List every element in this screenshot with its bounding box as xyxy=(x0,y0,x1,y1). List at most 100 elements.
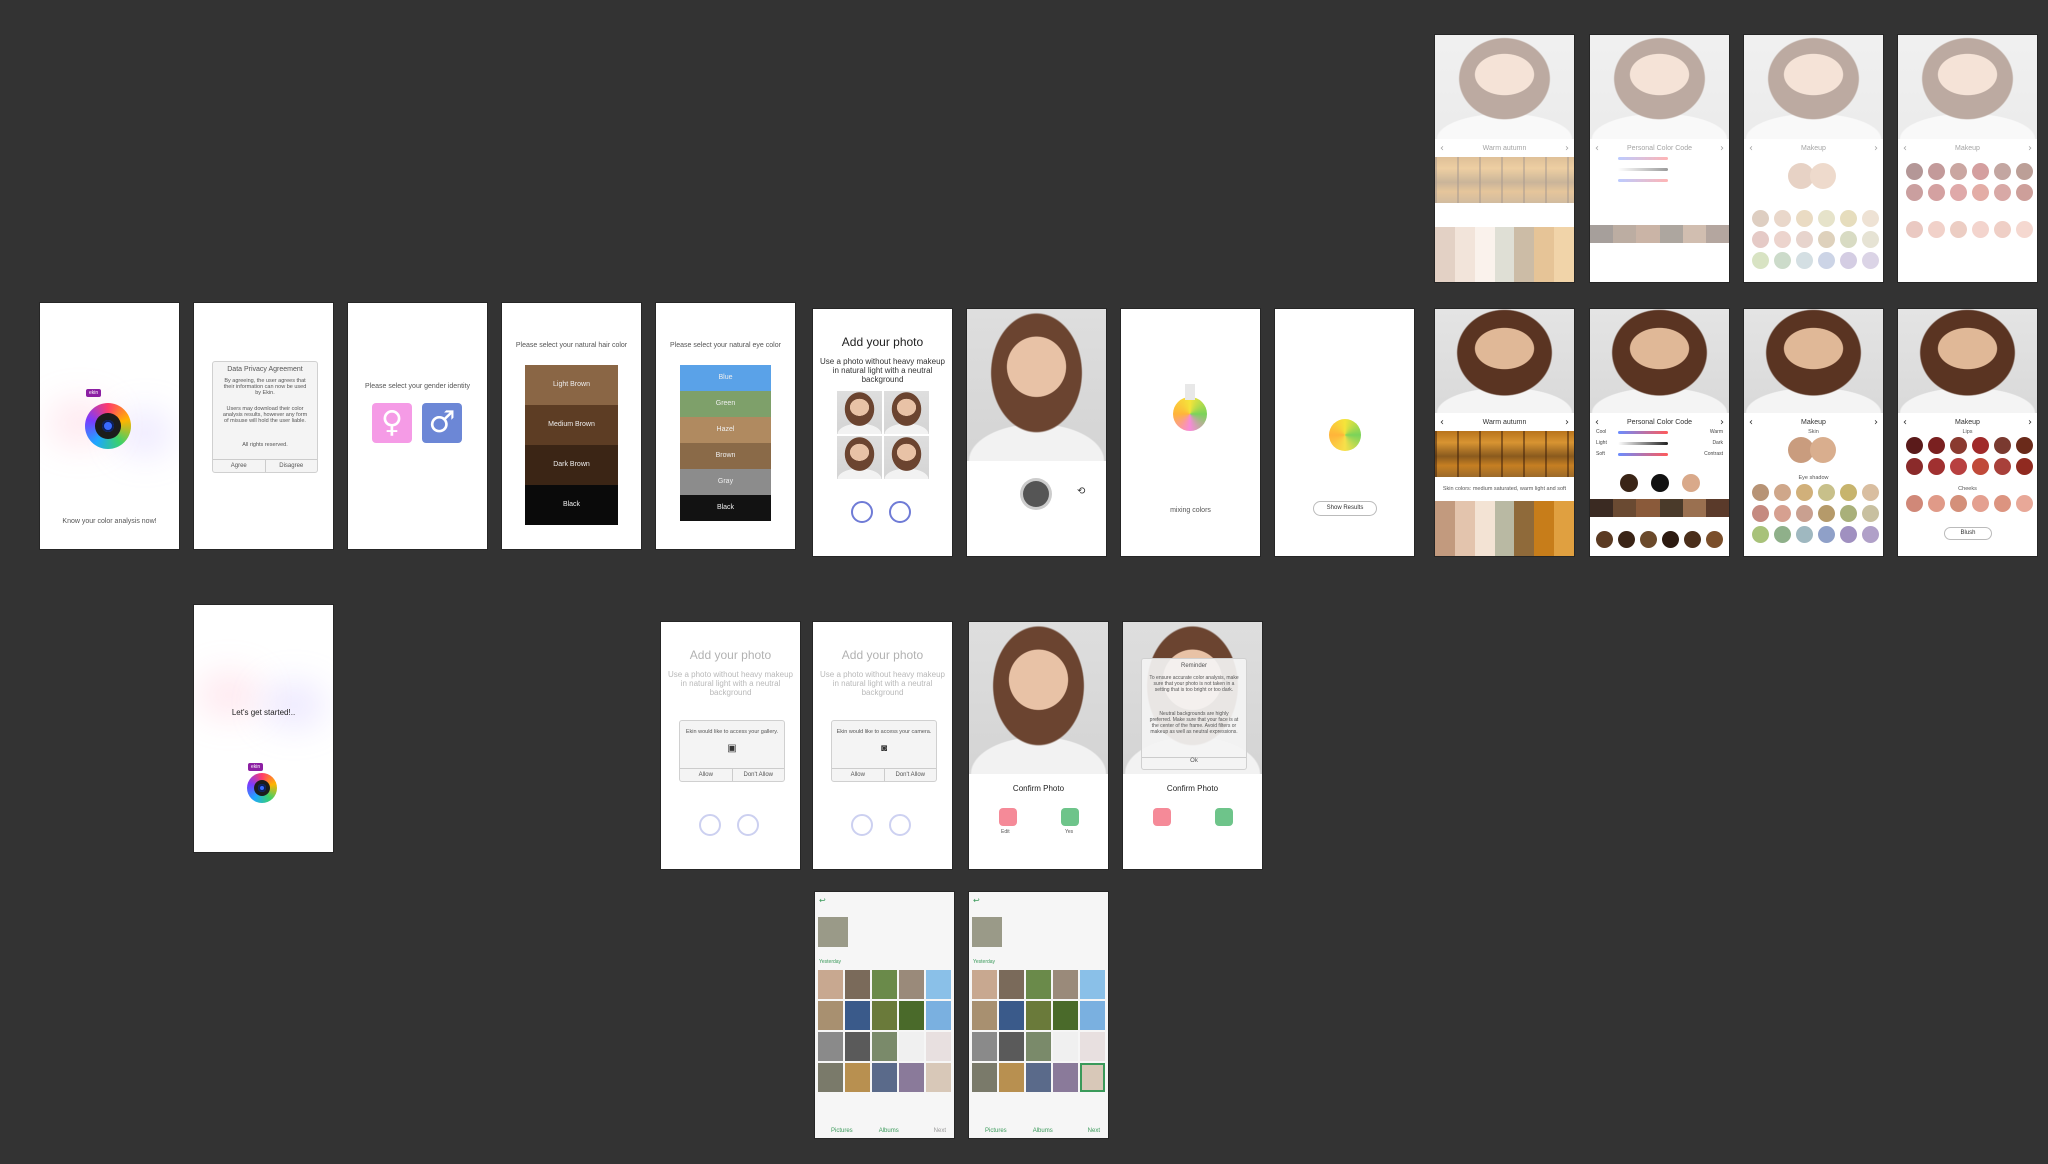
skin-label: Skin xyxy=(1808,429,1819,435)
prev-arrow-icon[interactable]: ‹ xyxy=(1440,143,1444,154)
makeup-skin-screen-dim: ‹ Makeup › xyxy=(1744,35,1883,282)
back-icon[interactable]: ↩ xyxy=(819,896,826,905)
camera-permission-screen: Add your photo Use a photo without heavy… xyxy=(813,622,952,869)
confirm-title: Confirm Photo xyxy=(1166,784,1219,793)
reminder-body-1: To ensure accurate color analysis, make … xyxy=(1149,675,1239,693)
next-arrow-icon[interactable]: › xyxy=(1565,143,1569,154)
camera-logo-icon xyxy=(247,773,277,803)
splash-screen: ekin Know your color analysis now! xyxy=(40,303,179,549)
dont-allow-button[interactable]: Don't Allow xyxy=(883,769,937,781)
hair-option[interactable]: Black xyxy=(525,485,618,525)
shutter-button[interactable] xyxy=(1023,481,1049,507)
albums-tab[interactable]: Albums xyxy=(879,1128,899,1134)
makeup-skin-screen: ‹ Makeup › Skin Eye shadow xyxy=(1744,309,1883,556)
next-button[interactable]: Next xyxy=(1088,1128,1100,1134)
camera-permission-dialog: Ekin would like to access your camera. ◙… xyxy=(831,720,937,782)
results-screen: Show Results xyxy=(1275,309,1414,556)
prev-arrow-icon[interactable]: ‹ xyxy=(1595,143,1599,154)
agree-button[interactable]: Agree xyxy=(213,460,265,472)
prev-arrow-icon[interactable]: ‹ xyxy=(1595,417,1599,428)
photo-preview xyxy=(969,622,1108,774)
started-text: Let's get started!.. xyxy=(231,708,296,717)
yes-button[interactable] xyxy=(1061,808,1079,826)
eyeshadow-label: Eye shadow xyxy=(1798,475,1829,481)
next-button[interactable]: Next xyxy=(934,1128,946,1134)
pictures-tab[interactable]: Pictures xyxy=(831,1128,853,1134)
add-photo-body: Use a photo without heavy makeup in natu… xyxy=(668,670,793,697)
blush-button[interactable]: Blush xyxy=(1944,527,1992,540)
yes-button[interactable] xyxy=(1215,808,1233,826)
prev-arrow-icon[interactable]: ‹ xyxy=(1749,143,1753,154)
color-code-screen-dim: ‹ Personal Color Code › xyxy=(1590,35,1729,282)
reminder-ok-button[interactable]: Ok xyxy=(1142,757,1246,764)
gallery-permission-screen: Add your photo Use a photo without heavy… xyxy=(661,622,800,869)
edit-button[interactable] xyxy=(999,808,1017,826)
row-right: Contrast xyxy=(1704,451,1723,457)
pictures-tab[interactable]: Pictures xyxy=(985,1128,1007,1134)
recent-thumb[interactable] xyxy=(818,917,848,947)
hair-color-screen: Please select your natural hair color Li… xyxy=(502,303,641,549)
gender-screen: Please select your gender identity ♀ ♂ xyxy=(348,303,487,549)
next-arrow-icon[interactable]: › xyxy=(1874,143,1878,154)
allow-button[interactable]: Allow xyxy=(832,769,884,781)
eye-option[interactable]: Brown xyxy=(680,443,771,469)
gallery-icon[interactable] xyxy=(889,501,911,523)
hair-option[interactable]: Dark Brown xyxy=(525,445,618,485)
yes-label: Yes xyxy=(1065,829,1074,835)
eye-option[interactable]: Black xyxy=(680,495,771,521)
flip-camera-icon[interactable]: ⟲ xyxy=(1077,486,1085,497)
next-arrow-icon[interactable]: › xyxy=(1874,417,1878,428)
eye-option[interactable]: Hazel xyxy=(680,417,771,443)
hair-option[interactable]: Medium Brown xyxy=(525,405,618,445)
cheeks-label: Cheeks xyxy=(1958,486,1977,492)
edit-button[interactable] xyxy=(1153,808,1171,826)
privacy-title: Data Privacy Agreement xyxy=(227,366,303,373)
reminder-screen: Reminder To ensure accurate color analys… xyxy=(1123,622,1262,869)
permission-text: Ekin would like to access your camera. xyxy=(836,729,932,735)
prev-arrow-icon[interactable]: ‹ xyxy=(1903,417,1907,428)
next-arrow-icon[interactable]: › xyxy=(2028,417,2032,428)
albums-tab[interactable]: Albums xyxy=(1033,1128,1053,1134)
eye-color-screen: Please select your natural eye color Blu… xyxy=(656,303,795,549)
cheeks-grid xyxy=(1906,495,2033,512)
prev-arrow-icon[interactable]: ‹ xyxy=(1903,143,1907,154)
eye-option[interactable]: Gray xyxy=(680,469,771,495)
camera-preview xyxy=(967,309,1106,461)
show-results-button[interactable]: Show Results xyxy=(1313,501,1377,516)
privacy-dialog: Data Privacy Agreement By agreeing, the … xyxy=(212,361,318,473)
disagree-button[interactable]: Disagree xyxy=(264,460,318,472)
privacy-screen: Data Privacy Agreement By agreeing, the … xyxy=(194,303,333,549)
row-right: Dark xyxy=(1712,440,1723,446)
next-arrow-icon[interactable]: › xyxy=(1720,143,1724,154)
prev-arrow-icon[interactable]: ‹ xyxy=(1749,417,1753,428)
next-arrow-icon[interactable]: › xyxy=(2028,143,2032,154)
season-image xyxy=(1435,431,1574,477)
makeup-lips-screen-dim: ‹ Makeup › xyxy=(1898,35,2037,282)
slider-dark xyxy=(1618,442,1668,445)
next-arrow-icon[interactable]: › xyxy=(1720,417,1724,428)
eye-option[interactable]: Green xyxy=(680,391,771,417)
female-button[interactable]: ♀ xyxy=(372,403,412,443)
next-arrow-icon[interactable]: › xyxy=(1565,417,1569,428)
allow-button[interactable]: Allow xyxy=(680,769,732,781)
male-button[interactable]: ♂ xyxy=(422,403,462,443)
photo-grid[interactable] xyxy=(818,970,951,1092)
hair-swatch xyxy=(1706,531,1723,548)
hair-option[interactable]: Light Brown xyxy=(525,365,618,405)
gender-prompt: Please select your gender identity xyxy=(364,383,471,390)
privacy-rights: All rights reserved. xyxy=(242,442,288,448)
photo-grid[interactable] xyxy=(972,970,1105,1092)
add-photo-body: Use a photo without heavy makeup in natu… xyxy=(820,357,945,384)
hair-swatch xyxy=(1596,531,1613,548)
gallery-icon: ▣ xyxy=(727,743,737,754)
recent-thumb[interactable] xyxy=(972,917,1002,947)
makeup-title: Makeup xyxy=(1801,144,1826,152)
skin-color-dot xyxy=(1682,474,1700,492)
prev-arrow-icon[interactable]: ‹ xyxy=(1440,417,1444,428)
dont-allow-button[interactable]: Don't Allow xyxy=(731,769,785,781)
back-icon[interactable]: ↩ xyxy=(973,896,980,905)
eye-option[interactable]: Blue xyxy=(680,365,771,391)
lips-title: Makeup xyxy=(1955,418,1980,426)
privacy-body-2: Users may download their color analysis … xyxy=(222,406,308,424)
camera-icon[interactable] xyxy=(851,501,873,523)
